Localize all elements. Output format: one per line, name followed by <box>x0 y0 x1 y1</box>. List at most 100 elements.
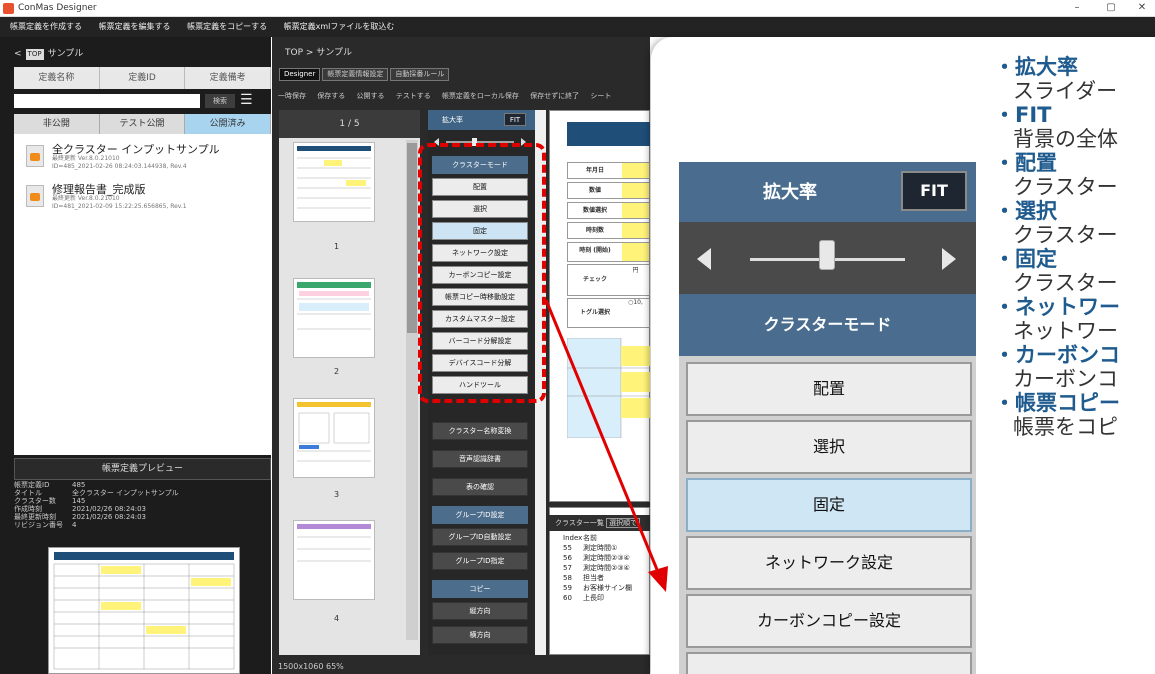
table-row[interactable]: 55 測定時間① <box>561 543 650 553</box>
table-row[interactable]: 60 上長印 <box>561 593 650 603</box>
zoom-out-arrow-icon[interactable] <box>697 248 711 270</box>
table-header: Index 名前 <box>563 534 597 542</box>
group-id-header: グループID設定 <box>432 506 528 524</box>
list-item[interactable]: 全クラスター インプットサンプル 最終更新 Ver.8.0.21010 ID=48… <box>22 138 267 174</box>
menu-edit-definition[interactable]: 帳票定義を編集する <box>99 22 171 31</box>
form-header <box>567 122 650 146</box>
page-number: 3 <box>334 490 340 499</box>
tab-published[interactable]: 公開済み <box>185 114 272 134</box>
zoomed-fix-button[interactable]: 固定 <box>686 478 972 532</box>
form-row[interactable]: 時刻数 <box>567 222 650 239</box>
publish-tabs: 非公開 テスト公開 公開済み <box>14 114 272 134</box>
menu-import-xml[interactable]: 帳票定義xmlファイルを取込む <box>284 22 395 31</box>
bullet-item: ・固定 クラスター <box>994 247 1118 295</box>
cluster-list-header: クラスター一覧 選択順で <box>549 515 650 531</box>
sheet-button[interactable]: シート <box>590 92 611 100</box>
preview-info: 帳票定義ID 485 タイトル 全クラスター インプットサンプル クラスター数 145… <box>14 481 179 529</box>
voice-dictionary-button[interactable]: 音声認識辞書 <box>432 450 528 468</box>
search-input[interactable] <box>14 94 200 108</box>
page-thumbnail[interactable] <box>293 520 375 600</box>
form-row[interactable]: 年月日 <box>567 162 650 179</box>
status-bar: 1500x1060 65% <box>278 662 344 671</box>
list-item[interactable]: 修理報告書_完成版 最終更新 Ver.8.0.21010 ID=481_2021-… <box>22 178 267 214</box>
maximize-button[interactable]: ▢ <box>1100 2 1122 13</box>
table-row[interactable]: 56 測定時間②③④ <box>561 553 650 563</box>
form-row[interactable]: トグル選択 ○10, <box>567 298 650 328</box>
zoom-in-arrow-icon[interactable] <box>942 248 956 270</box>
preview-title: 帳票定義プレビュー <box>14 458 271 480</box>
local-save-button[interactable]: 帳票定義をローカル保存 <box>442 92 519 100</box>
bullet-item: ・カーボンコ カーボンコ <box>994 343 1120 391</box>
top-tag[interactable]: TOP <box>25 49 44 60</box>
search-button[interactable]: 検索 <box>205 94 235 108</box>
tab-test-public[interactable]: テスト公開 <box>99 114 186 134</box>
form-row[interactable]: 数値選択 <box>567 202 650 219</box>
form-row[interactable]: チェック円 <box>567 264 650 296</box>
page-number: 2 <box>334 367 340 376</box>
minimize-button[interactable]: – <box>1066 2 1088 13</box>
tab-designer[interactable]: Designer <box>279 68 321 81</box>
designer-toolbar: 一時保存 保存する 公開する テストする 帳票定義をローカル保存 保存せずに終了… <box>272 88 650 105</box>
menu-copy-definition[interactable]: 帳票定義をコピーする <box>187 22 267 31</box>
zoomed-next-button-partial[interactable] <box>686 652 972 674</box>
fit-button[interactable]: FIT <box>504 113 526 126</box>
title-bar: ConMas Designer – ▢ ✕ <box>0 0 1155 17</box>
column-definition-id[interactable]: 定義ID <box>99 67 186 89</box>
table-row[interactable]: 57 測定時間②③④ <box>561 563 650 573</box>
table-row[interactable]: 59 お客様サイン欄 <box>561 583 650 593</box>
page-thumbnail-column: 1 2 3 4 <box>279 110 420 655</box>
form-row[interactable]: 時刻 (開始) <box>567 242 650 262</box>
page-scrollbar-thumb[interactable] <box>407 143 417 333</box>
form-row[interactable]: 数値 <box>567 182 650 199</box>
group-id-assign-button[interactable]: グループID指定 <box>432 552 528 570</box>
copy-vertical-button[interactable]: 縦方向 <box>432 602 528 620</box>
zoomed-zoom-label: 拡大率 <box>763 182 817 203</box>
temp-save-button[interactable]: 一時保存 <box>278 92 306 100</box>
app-title: ConMas Designer <box>18 3 97 13</box>
bullet-item: ・帳票コピー 帳票をコピ <box>994 391 1120 439</box>
exit-without-save-button[interactable]: 保存せずに終了 <box>530 92 579 100</box>
bullet-item: ・拡大率 スライダー <box>994 55 1118 103</box>
cluster-rename-button[interactable]: クラスター名称変換 <box>432 422 528 440</box>
zoomed-fit-button[interactable]: FIT <box>901 171 967 211</box>
zoom-slider[interactable] <box>432 132 528 146</box>
close-button[interactable]: ✕ <box>1131 2 1153 13</box>
bullet-item: ・配置 クラスター <box>994 151 1118 199</box>
breadcrumb: TOP > サンプル <box>285 48 353 58</box>
back-icon[interactable]: < <box>14 49 22 59</box>
table-row[interactable]: 58 担当者 <box>561 573 650 583</box>
test-button[interactable]: テストする <box>396 92 431 100</box>
document-icon <box>26 185 44 207</box>
zoomed-select-button[interactable]: 選択 <box>686 420 972 474</box>
definition-list: 全クラスター インプットサンプル 最終更新 Ver.8.0.21010 ID=48… <box>14 134 271 455</box>
folder-name: サンプル <box>47 49 84 59</box>
publish-button[interactable]: 公開する <box>356 92 384 100</box>
cluster-table: Index 名前 55 測定時間① 56 測定時間②③④ 57 測定時間②③④ 58 担当… <box>561 533 650 603</box>
column-definition-name[interactable]: 定義名称 <box>14 67 100 89</box>
menu-create-definition[interactable]: 帳票定義を作成する <box>10 22 82 31</box>
page-thumbnail[interactable] <box>293 278 375 358</box>
slider-thumb[interactable] <box>819 240 835 270</box>
page-thumbnail[interactable] <box>293 398 375 478</box>
bullet-item: ・ネットワー ネットワー <box>994 295 1120 343</box>
table-check-button[interactable]: 表の確認 <box>432 478 528 496</box>
zoomed-network-settings-button[interactable]: ネットワーク設定 <box>686 536 972 590</box>
save-button[interactable]: 保存する <box>317 92 345 100</box>
app-icon <box>3 3 14 14</box>
page-number: 4 <box>334 614 340 623</box>
tab-private[interactable]: 非公開 <box>14 114 100 134</box>
item-meta: 最終更新 Ver.8.0.21010 ID=485_2021-02-26 08:2… <box>52 155 187 170</box>
cluster-order-select[interactable]: 選択順で <box>606 518 641 528</box>
page-thumbnail[interactable] <box>293 142 375 222</box>
copy-horizontal-button[interactable]: 横方向 <box>432 626 528 644</box>
zoomed-carbon-copy-button[interactable]: カーボンコピー設定 <box>686 594 972 648</box>
zoomed-cluster-mode-header: クラスターモード <box>679 294 976 356</box>
column-definition-note[interactable]: 定義備考 <box>185 67 272 89</box>
tab-definition-info[interactable]: 帳票定義情報設定 <box>322 68 389 81</box>
zoomed-place-button[interactable]: 配置 <box>686 362 972 416</box>
page-indicator: 1 / 5 <box>279 110 420 138</box>
copy-header: コピー <box>432 580 528 598</box>
group-id-auto-button[interactable]: グループID自動設定 <box>432 528 528 546</box>
tab-auto-number[interactable]: 自動採番ルール <box>390 68 450 81</box>
list-view-icon[interactable]: ☰ <box>240 92 262 108</box>
